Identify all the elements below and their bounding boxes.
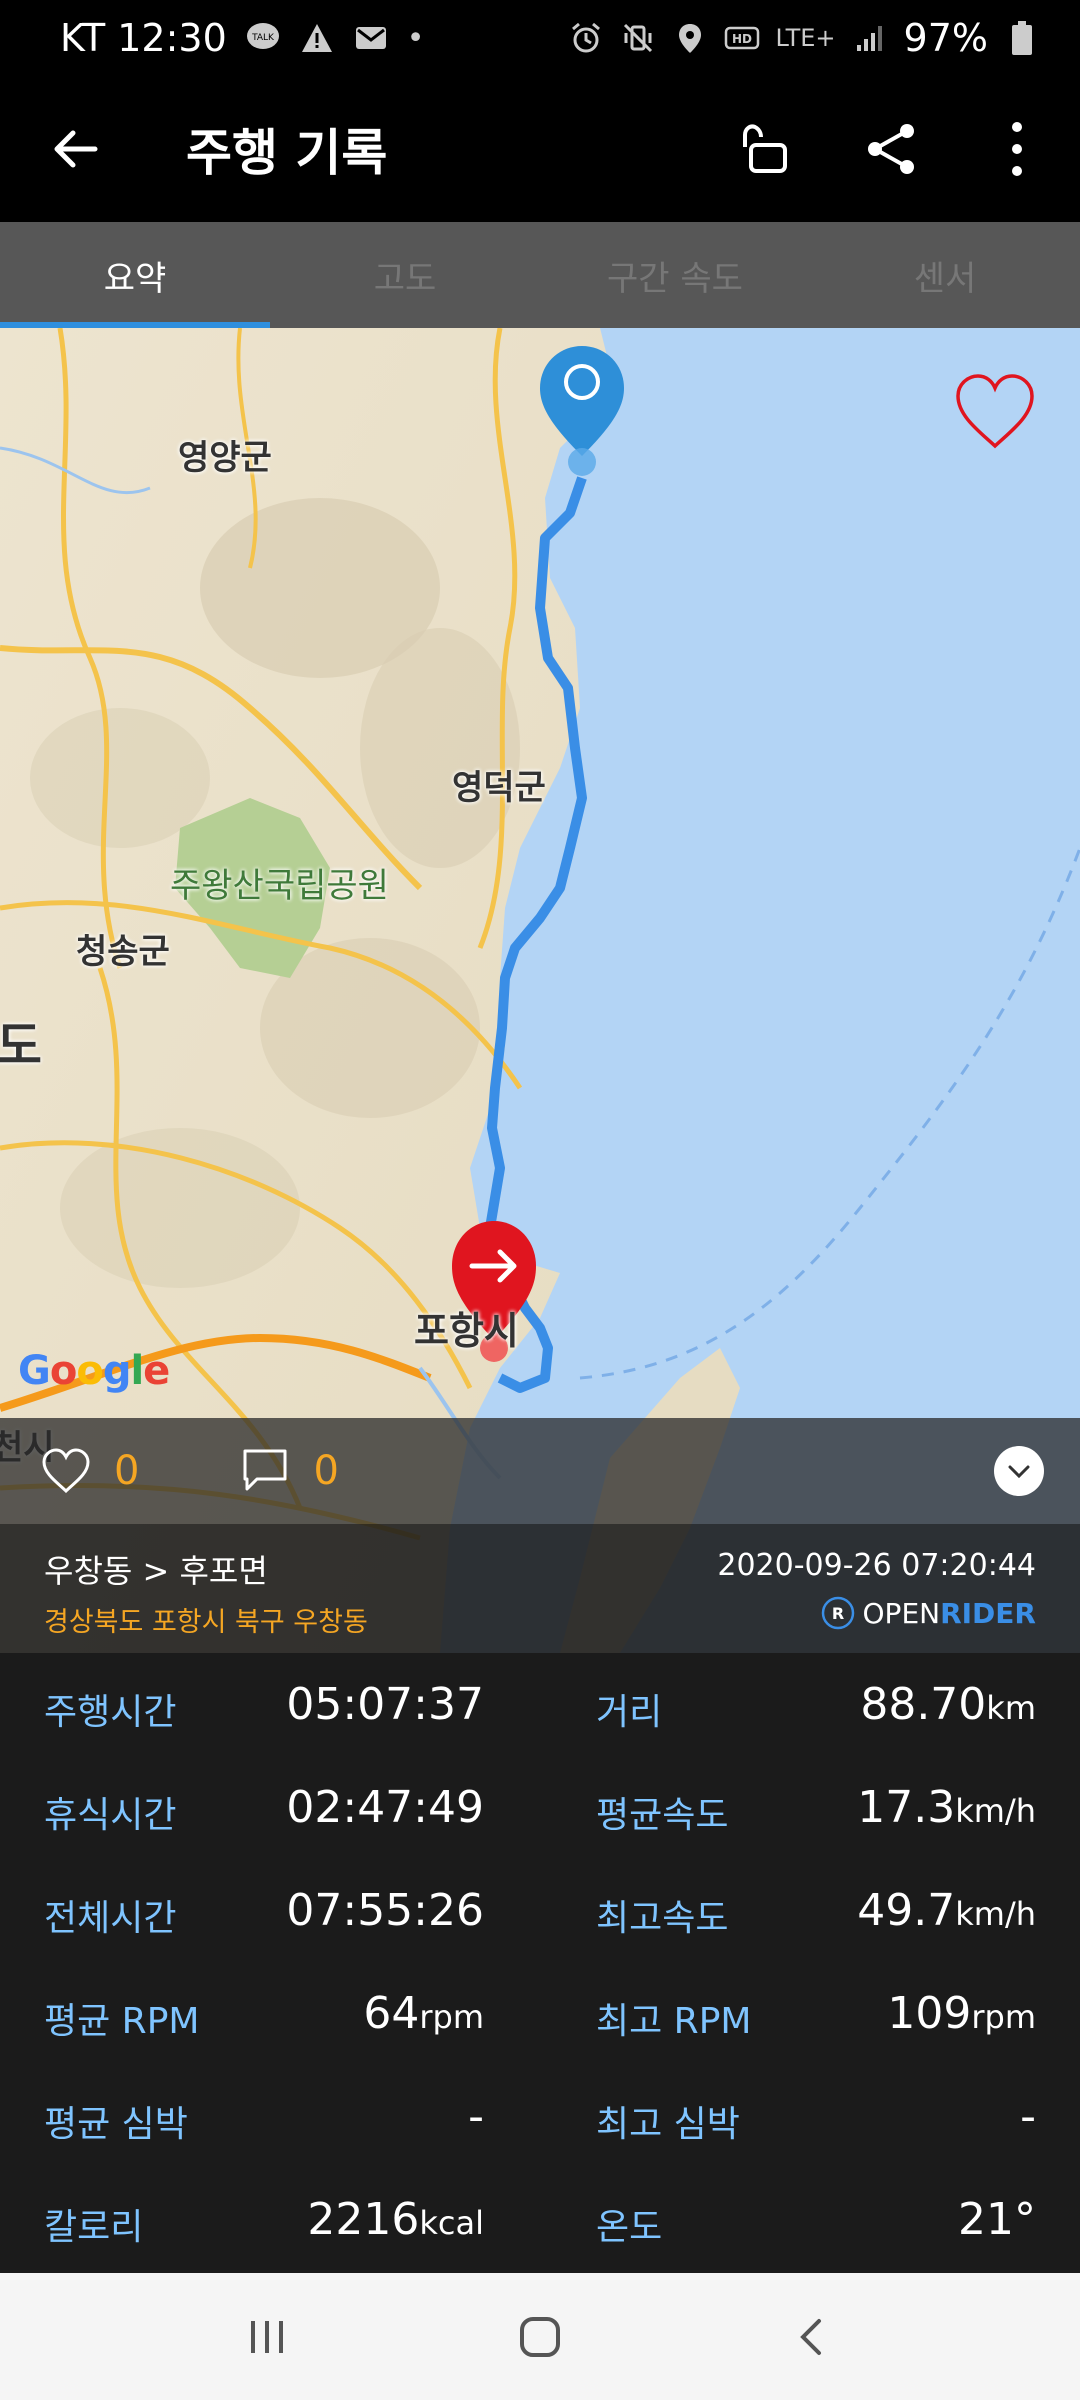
comment-button[interactable]: 0: [239, 1447, 339, 1495]
app-bar: 주행 기록: [0, 76, 1080, 222]
route-info: 우창동 > 후포면 경상북도 포항시 북구 우창동 2020-09-26 07:…: [0, 1524, 1080, 1653]
home-button[interactable]: [480, 2287, 600, 2387]
battery-percent: 97%: [903, 16, 988, 60]
stat-label-calories: 칼로리: [44, 2207, 144, 2248]
stat-row: 평균 심박 - 최고 심박 -: [0, 2065, 1080, 2168]
map-label-pohang: 포항시: [414, 1309, 519, 1353]
arrow-left-icon: [54, 130, 98, 168]
stat-row: 평균 RPM 64rpm 최고 RPM 109rpm: [0, 1962, 1080, 2065]
status-bar: KT 12:30 TALK • HD LTE+ 97%: [0, 0, 1080, 76]
chevron-left-icon: [800, 2318, 822, 2355]
battery-icon: [1004, 20, 1040, 56]
stat-label-avg-heart-rate: 평균 심박: [44, 2104, 188, 2145]
nav-back-button[interactable]: [753, 2287, 873, 2387]
comment-icon: [243, 1449, 287, 1491]
tab-elevation[interactable]: 고도: [270, 222, 540, 328]
vibrate-mute-icon: [620, 20, 656, 56]
stat-row: 전체시간 07:55:26 최고속도 49.7km/h: [0, 1859, 1080, 1962]
expand-button[interactable]: [994, 1446, 1044, 1496]
heart-outline-icon: [956, 374, 1034, 449]
signal-icon: [852, 20, 888, 56]
stat-value-rest-time: 02:47:49: [286, 1782, 484, 1833]
heart-outline-icon: [42, 1448, 90, 1494]
stat-label-avg-speed: 평균속도: [596, 1795, 729, 1836]
route-address: 경상북도 포항시 북구 우창동: [44, 1607, 368, 1638]
stat-row: 휴식시간 02:47:49 평균속도 17.3km/h: [0, 1756, 1080, 1859]
system-nav-bar: [0, 2273, 1080, 2400]
map-label-juwangsan: 주왕산국립공원: [170, 866, 389, 906]
svg-text:R: R: [831, 1604, 843, 1623]
tab-bar: 요약 고도 구간 속도 센서: [0, 222, 1080, 328]
stat-label-rest-time: 휴식시간: [44, 1795, 177, 1836]
social-bar: 0 0: [0, 1418, 1080, 1524]
ride-stats: 주행시간 05:07:37 거리 88.70km 휴식시간 02:47:49 평…: [0, 1653, 1080, 2273]
openrider-logo: R OPEN RIDER: [821, 1596, 1036, 1630]
stat-label-total-time: 전체시간: [44, 1898, 177, 1939]
warning-icon: [299, 20, 335, 56]
comment-count: 0: [313, 1448, 339, 1494]
recent-apps-icon: [250, 2320, 283, 2353]
stat-value-max-rpm: 109rpm: [887, 1988, 1036, 2039]
stat-row: 주행시간 05:07:37 거리 88.70km: [0, 1653, 1080, 1756]
stat-label-max-speed: 최고속도: [596, 1898, 729, 1939]
svg-text:TALK: TALK: [251, 33, 275, 43]
share-icon: [868, 124, 914, 174]
tab-segment-speed[interactable]: 구간 속도: [540, 222, 810, 328]
stat-value-temperature: 21°: [958, 2194, 1036, 2245]
recent-apps-button[interactable]: [207, 2287, 327, 2387]
route-datetime: 2020-09-26 07:20:44: [717, 1548, 1036, 1583]
stat-label-max-heart-rate: 최고 심박: [596, 2104, 740, 2145]
chevron-down-icon: [1008, 1465, 1030, 1479]
openrider-icon: R: [821, 1596, 854, 1630]
stat-value-avg-rpm: 64rpm: [363, 1988, 484, 2039]
stat-value-ride-time: 05:07:37: [286, 1679, 484, 1730]
map-label-yeongyang: 영양군: [178, 438, 272, 478]
share-button[interactable]: [828, 76, 954, 222]
alarm-icon: [568, 20, 604, 56]
more-options-button[interactable]: [954, 76, 1080, 222]
like-button[interactable]: 0: [40, 1447, 139, 1495]
more-vertical-icon: [1012, 122, 1022, 176]
stat-value-max-heart-rate: -: [1020, 2091, 1036, 2142]
map-label-do: 도: [0, 1017, 42, 1075]
route-name: 우창동 > 후포면: [44, 1552, 268, 1590]
google-logo: Google: [18, 1348, 170, 1394]
unlock-icon: [743, 124, 787, 173]
favorite-button[interactable]: [950, 368, 1040, 458]
stat-row: 칼로리 2216kcal 온도 21°: [0, 2168, 1080, 2271]
kakaotalk-icon: TALK: [245, 20, 281, 56]
home-icon: [519, 2316, 560, 2357]
hd-voice-icon: HD: [724, 20, 760, 56]
stat-value-max-speed: 49.7km/h: [857, 1885, 1036, 1936]
like-count: 0: [114, 1448, 140, 1494]
stat-value-total-time: 07:55:26: [286, 1885, 484, 1936]
stat-value-avg-speed: 17.3km/h: [857, 1782, 1036, 1833]
stat-label-distance: 거리: [596, 1692, 663, 1733]
stat-value-distance: 88.70km: [860, 1679, 1036, 1730]
location-icon: [672, 20, 708, 56]
page-title: 주행 기록: [186, 124, 388, 182]
map-label-yeongdeok: 영덕군: [452, 768, 546, 808]
stat-label-ride-time: 주행시간: [44, 1692, 177, 1733]
back-button[interactable]: [0, 76, 150, 222]
stat-label-temperature: 온도: [596, 2207, 663, 2248]
map-label-cheongsong: 청송군: [76, 932, 170, 972]
network-type: LTE+: [775, 24, 836, 52]
tab-summary[interactable]: 요약: [0, 222, 270, 328]
stat-label-avg-rpm: 평균 RPM: [44, 2001, 200, 2042]
unlock-button[interactable]: [702, 76, 828, 222]
stat-label-max-rpm: 최고 RPM: [596, 2001, 752, 2042]
carrier-time: KT 12:30: [60, 16, 227, 60]
notification-dot: •: [406, 20, 425, 56]
svg-text:HD: HD: [732, 32, 752, 46]
stat-value-calories: 2216kcal: [307, 2194, 484, 2245]
mail-icon: [353, 20, 389, 56]
stat-value-avg-heart-rate: -: [468, 2091, 484, 2142]
tab-sensor[interactable]: 센서: [810, 222, 1080, 328]
